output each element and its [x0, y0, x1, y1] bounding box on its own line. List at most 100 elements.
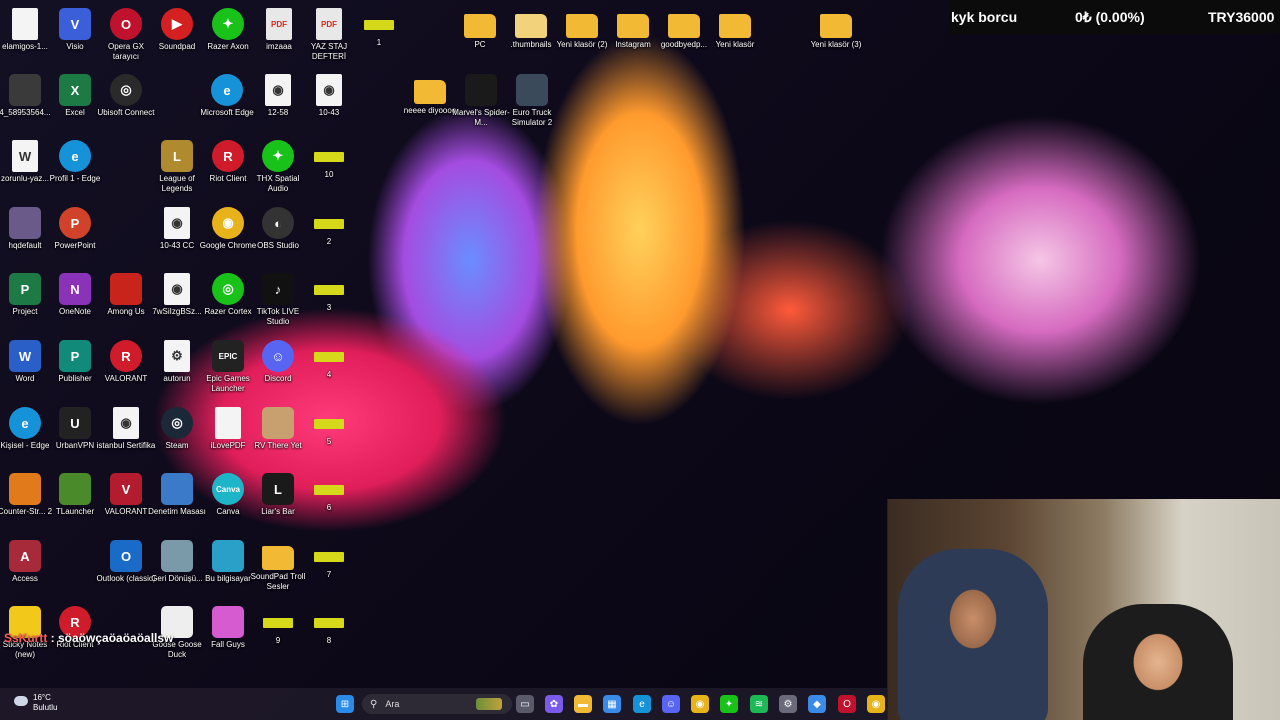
guest-person: [1083, 604, 1233, 720]
search-icon: ⚲: [370, 698, 378, 710]
app-icon: [110, 273, 142, 305]
chrome-icon[interactable]: ◉: [691, 695, 709, 713]
app-icon: ⚙: [164, 340, 190, 372]
desktop-icon[interactable]: e Profil 1 - Edge: [44, 140, 106, 184]
desktop-icon-label: 6: [326, 503, 332, 512]
chat-overlay: SsKurtt : söaöwçaöaöaöallsw: [4, 631, 173, 645]
app-icon: ◎: [212, 273, 244, 305]
discord-icon[interactable]: ☺: [662, 695, 680, 713]
desktop-icon[interactable]: 1: [348, 8, 410, 48]
task-view-icon[interactable]: ▭: [516, 695, 534, 713]
app-icon: ◉: [212, 207, 244, 239]
app-icon: ☺: [262, 340, 294, 372]
settings-icon[interactable]: ⚙: [779, 695, 797, 713]
app-icon: N: [59, 273, 91, 305]
app-icon: ◐: [262, 207, 294, 239]
windows-start-icon[interactable]: ⊞: [336, 695, 354, 713]
app-icon: [9, 207, 41, 239]
desktop-icon[interactable]: Euro Truck Simulator 2: [501, 74, 563, 128]
desktop-icon-label: Ubisoft Connect: [97, 108, 155, 117]
file-explorer-icon[interactable]: ▬: [574, 695, 592, 713]
app-icon: ▶: [161, 8, 193, 40]
app-icon: [314, 552, 344, 562]
copilot-icon[interactable]: ✿: [545, 695, 563, 713]
desktop-icon[interactable]: A Access: [0, 540, 56, 584]
microsoft-store-icon[interactable]: ▦: [603, 695, 621, 713]
app-icon: ◎: [161, 407, 193, 439]
debt-target: TRY36000: [1208, 9, 1275, 25]
app-icon: L: [161, 140, 193, 172]
app-icon: V: [110, 473, 142, 505]
desktop-icon[interactable]: 6: [298, 473, 360, 513]
app-icon: e: [9, 407, 41, 439]
app-icon: [516, 74, 548, 106]
app-icon: [262, 407, 294, 439]
desktop-icon[interactable]: 7: [298, 540, 360, 580]
desktop-icon-label: 1: [376, 38, 382, 47]
debt-label: kyk borcu: [951, 9, 1018, 25]
desktop-icon-label: Euro Truck Simulator 2: [511, 108, 553, 127]
edge-icon[interactable]: e: [633, 695, 651, 713]
app-icon: [314, 152, 344, 162]
app-icon: [314, 285, 344, 295]
desktop-icon-label: 10: [324, 170, 334, 179]
app-icon: O: [110, 8, 142, 40]
desktop-icon[interactable]: 3: [298, 273, 360, 313]
desktop-icon-label: Yeni klasör (3): [810, 40, 862, 49]
weather-temp: 16°C: [33, 693, 51, 702]
app-icon: [9, 473, 41, 505]
desktop-icon[interactable]: 10: [298, 140, 360, 180]
razer-icon[interactable]: ✦: [720, 695, 738, 713]
desktop-icon[interactable]: Yeni klasör: [704, 8, 766, 50]
spotify-icon[interactable]: ≋: [750, 695, 768, 713]
desktop-icon-label: 3: [326, 303, 332, 312]
desktop-icon[interactable]: ◎ Ubisoft Connect: [95, 74, 157, 118]
chat-message: : söaöwçaöaöaöallsw: [47, 631, 174, 645]
stream-overlay-debt-bar: kyk borcu 0₺ (0.00%) TRY36000: [948, 0, 1280, 34]
app-icon: ◉: [164, 207, 190, 239]
app-icon: [262, 546, 294, 570]
app-icon: ✦: [212, 8, 244, 40]
app-icon: [9, 74, 41, 106]
app-icon: [161, 540, 193, 572]
taskbar-search[interactable]: ⚲ Ara: [362, 694, 512, 714]
app-icon: ◉: [113, 407, 139, 439]
app-icon: R: [110, 340, 142, 372]
chrome-active-icon[interactable]: ◉: [867, 695, 885, 713]
desktop-icon[interactable]: 4: [298, 340, 360, 380]
search-placeholder: Ara: [385, 699, 400, 709]
desktop-icon-label: 7: [326, 570, 332, 579]
desktop-icon-label: 2: [326, 237, 332, 246]
app-icon: [12, 8, 38, 40]
app-icon: [314, 419, 344, 429]
app-icon: PDF: [266, 8, 292, 40]
app-icon: [617, 14, 649, 38]
app-icon: [464, 14, 496, 38]
desktop-icon-label: 5: [326, 437, 332, 446]
app-icon: [314, 352, 344, 362]
desktop-icon-label: 10-43: [318, 108, 340, 117]
desktop-icon[interactable]: 8: [298, 606, 360, 646]
app-icon: [215, 407, 241, 439]
desktop-icon[interactable]: Yeni klasör (3): [805, 8, 867, 50]
app-icon: [465, 74, 497, 106]
app-icon: P: [59, 207, 91, 239]
cloud-icon: [14, 696, 28, 706]
app-icon: ♪: [262, 273, 294, 305]
app-icon: ✦: [262, 140, 294, 172]
app-icon: PDF: [316, 8, 342, 40]
desktop-icon[interactable]: 2: [298, 207, 360, 247]
app-icon: [414, 80, 446, 104]
desktop-icon[interactable]: ◉ 10-43: [298, 74, 360, 118]
app-icon: W: [9, 340, 41, 372]
desktop-icon[interactable]: 5: [298, 407, 360, 447]
desktop-icon[interactable]: P PowerPoint: [44, 207, 106, 251]
desktop-icon-label: Access: [12, 574, 38, 583]
opera-gx-icon[interactable]: O: [838, 695, 856, 713]
app-icon: ◉: [265, 74, 291, 106]
app-icon: [515, 14, 547, 38]
webcam-overlay: [887, 499, 1280, 720]
app-icon[interactable]: ◆: [808, 695, 826, 713]
app-icon: X: [59, 74, 91, 106]
app-icon: U: [59, 407, 91, 439]
